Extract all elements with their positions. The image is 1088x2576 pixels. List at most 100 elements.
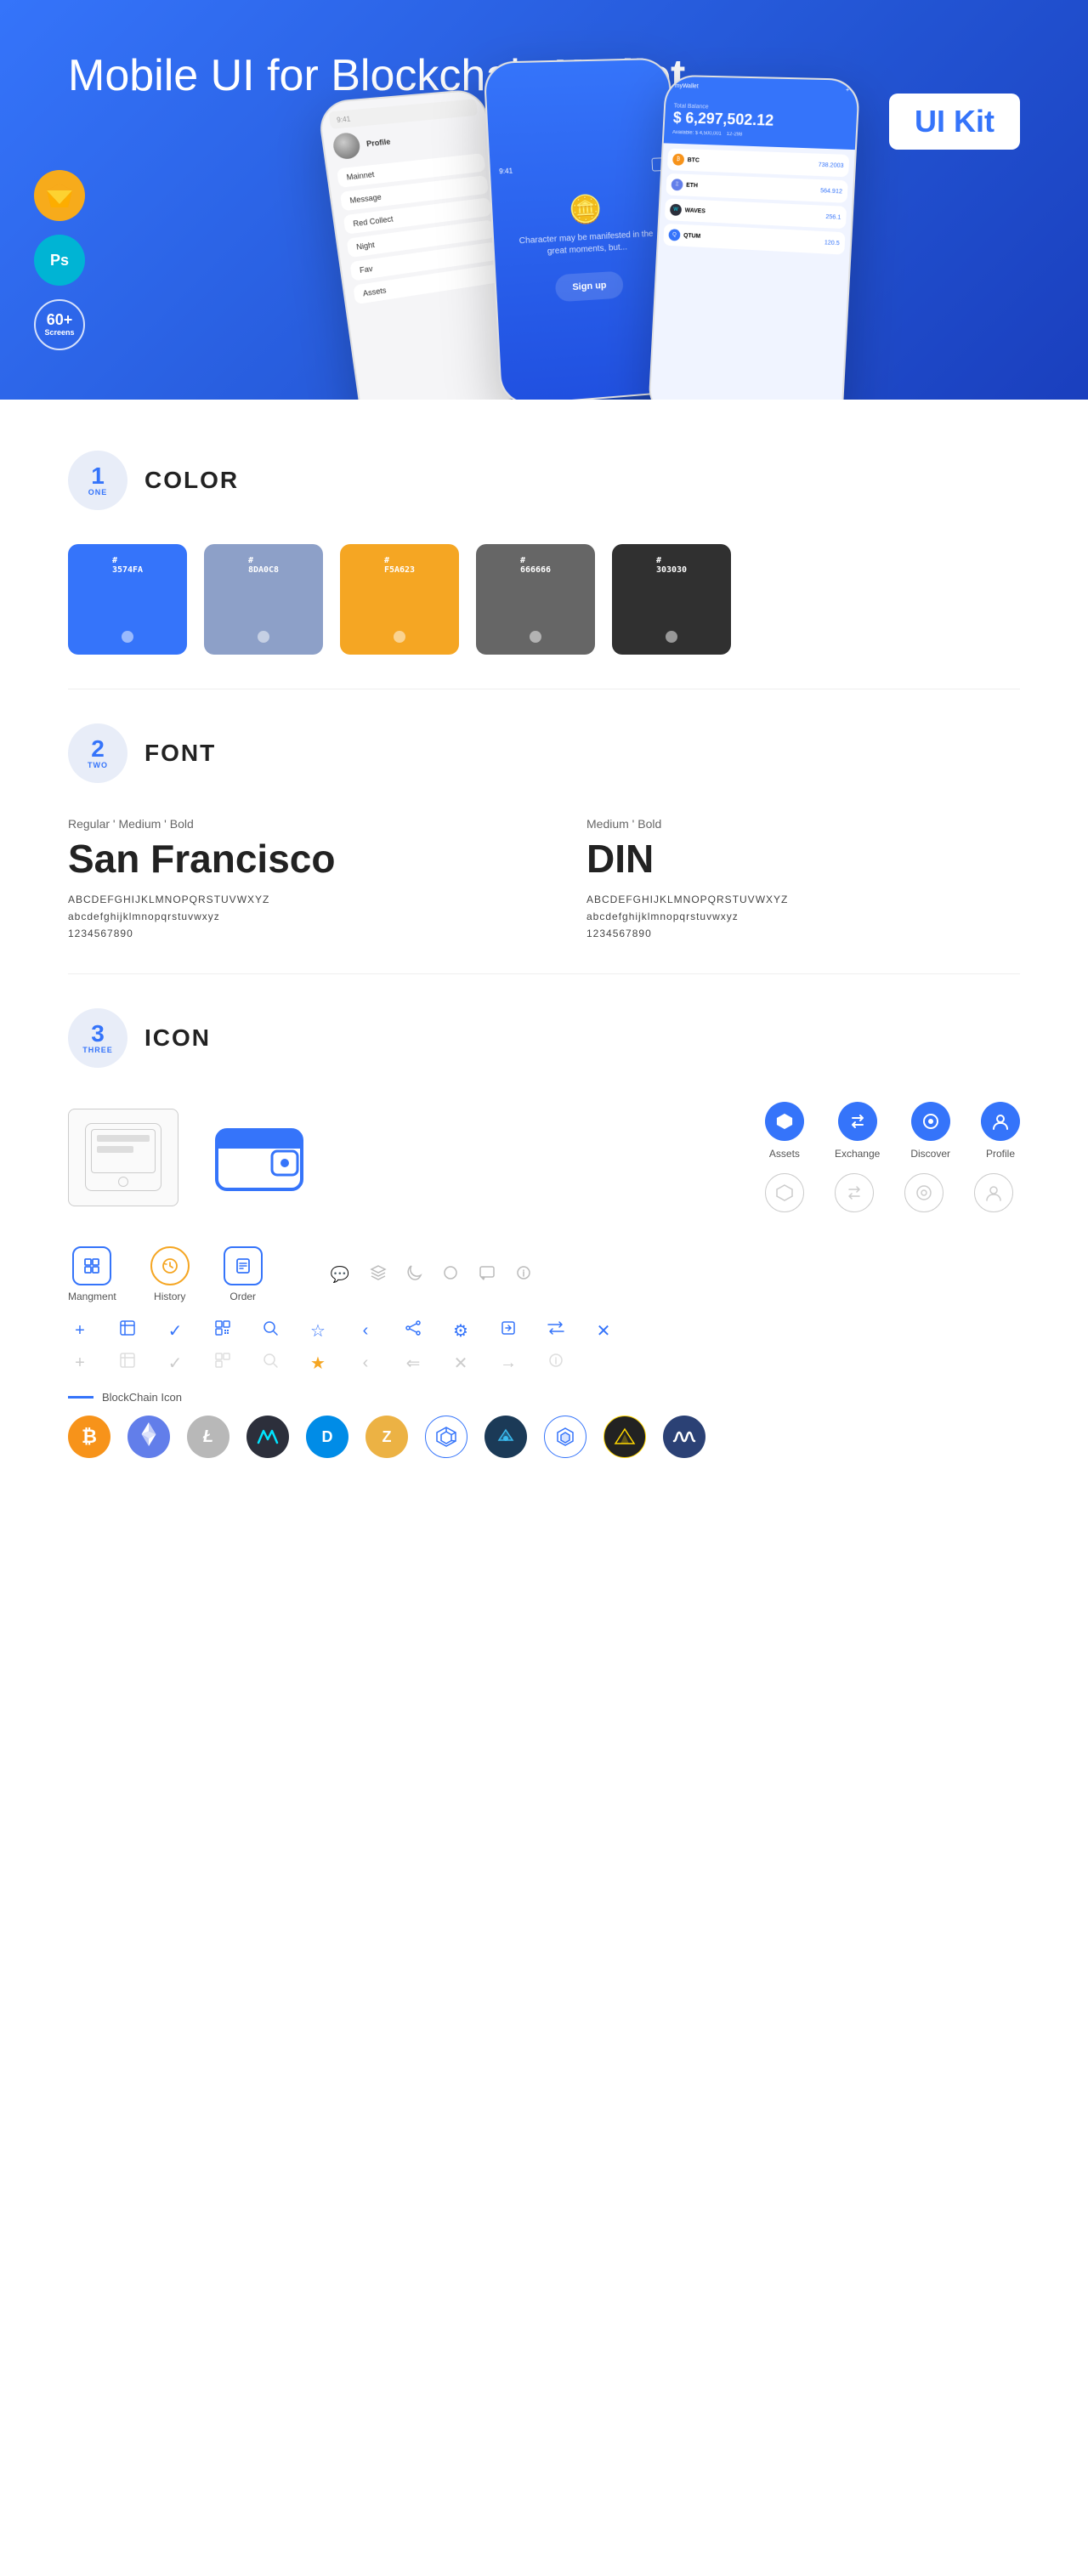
swatch-blue: #3574FA [68,544,187,655]
nav-icon-profile-outline [974,1173,1013,1212]
swatch-dot [394,631,405,643]
badges-column: Ps 60+ Screens [34,170,85,350]
swatch-grey: #666666 [476,544,595,655]
moon-icon [407,1264,422,1285]
profile-icon [981,1102,1020,1141]
check-icon: ✓ [163,1320,187,1342]
profile-label: Profile [986,1148,1015,1160]
nav-icon-discover: Discover [910,1102,950,1160]
swatch-orange: #F5A623 [340,544,459,655]
nav-icon-assets: Assets [765,1102,804,1160]
history-icon [150,1246,190,1285]
assets-outline-icon [765,1173,804,1212]
close-icon: ✕ [592,1320,615,1342]
din-lowercase: abcdefghijklmnopqrstuvwxyz [586,911,1020,922]
icon-wireframe-1 [68,1109,178,1206]
mgmt-icon-order: Order [224,1246,263,1302]
nav-icon-exchange-outline [835,1173,874,1212]
sf-numbers: 1234567890 [68,928,502,939]
icon-main-row: Assets Exchange [68,1102,1020,1212]
sketch-badge [34,170,85,221]
mgmt-icon-history: History [150,1246,190,1302]
swatch-dark: #303030 [612,544,731,655]
close2-grey-icon: ✕ [449,1353,473,1374]
hero-section: Mobile UI for Blockchain Wallet UI Kit P… [0,0,1088,400]
din-styles: Medium ' Bold [586,817,1020,831]
font-section-header: 2 TWO FONT [68,723,1020,783]
share-icon [401,1319,425,1342]
color-section-number: 1 ONE [68,451,128,510]
btc-icon: ₿ [68,1416,110,1458]
chevron-left-icon: ‹ [354,1321,377,1341]
font-section-title: FONT [144,740,216,767]
chat-icon: 💬 [331,1266,349,1284]
blockchain-label-row: BlockChain Icon [68,1391,1020,1404]
circle-icon [443,1265,458,1285]
discover-outline-icon [904,1173,944,1212]
nav-icons-container: Assets Exchange [765,1102,1020,1212]
sf-name: San Francisco [68,836,502,882]
color-swatches: #3574FA #8DA0C8 #F5A623 #666666 #303030 [68,544,1020,655]
nav-icon-assets-outline [765,1173,804,1212]
blockchain-label: BlockChain Icon [102,1391,182,1404]
sf-styles: Regular ' Medium ' Bold [68,817,502,831]
zec-icon: Z [366,1416,408,1458]
swatch-grey-blue: #8DA0C8 [204,544,323,655]
phone-mockups: 9:41 Profile Mainnet Message Red Collect… [340,34,1020,400]
ps-badge: Ps [34,235,85,286]
font-blocks: Regular ' Medium ' Bold San Francisco AB… [68,817,1020,939]
order-label: Order [230,1291,256,1302]
sf-uppercase: ABCDEFGHIJKLMNOPQRSTUVWXYZ [68,894,502,905]
grid-coin-icon [425,1416,468,1458]
nav-icon-exchange: Exchange [835,1102,880,1160]
ltc-icon: Ł [187,1416,230,1458]
profile-outline-icon [974,1173,1013,1212]
nav-icon-discover-outline [904,1173,944,1212]
speech-icon [479,1265,496,1285]
tools-row-grey: + ✓ ★ ‹ [68,1352,1020,1374]
color-section-header: 1 ONE COLOR [68,451,1020,510]
omg-icon [544,1416,586,1458]
eth-icon [128,1416,170,1458]
chevron-left-grey-icon: ‹ [354,1353,377,1373]
search-icon [258,1319,282,1342]
plus-grey-icon: + [68,1353,92,1373]
swap-icon [544,1320,568,1341]
info-grey-icon [544,1353,568,1373]
swatch-dot [258,631,269,643]
bat-icon [604,1416,646,1458]
tools-row-colored: + ✓ [68,1319,1020,1342]
dash-icon: D [306,1416,348,1458]
star-active-icon: ★ [306,1353,330,1374]
info-icon [516,1265,531,1285]
qr-icon [211,1319,235,1342]
discover-label: Discover [910,1148,950,1160]
swatch-dot [122,631,133,643]
assets-icon [765,1102,804,1141]
icon-section-header: 3 THREE ICON [68,1008,1020,1068]
search-grey-icon [258,1352,282,1374]
crypto-icons: ₿ Ł [68,1416,1020,1458]
icon-wallet-colored [204,1109,314,1206]
edit-grey-icon [116,1352,139,1374]
ark-icon [484,1416,527,1458]
screens-badge: 60+ Screens [34,299,85,350]
font-sf: Regular ' Medium ' Bold San Francisco AB… [68,817,502,939]
discover-icon [911,1102,950,1141]
arrow-grey-icon: ⇐ [401,1353,425,1374]
export-icon [496,1319,520,1342]
ui-kit-badge: UI Kit [889,94,1020,150]
history-label: History [154,1291,185,1302]
icon-section-content: Assets Exchange [68,1102,1020,1458]
exchange-icon [838,1102,877,1141]
phone-right: myWallet + Total Balance $ 6,297,502.12 … [648,75,860,400]
blockchain-section: BlockChain Icon ₿ [68,1391,1020,1458]
check-grey-icon: ✓ [163,1353,187,1374]
management-label: Mangment [68,1291,116,1302]
swatch-dot [666,631,677,643]
icon-section-number: 3 THREE [68,1008,128,1068]
nav-icons-row-1: Assets Exchange [765,1102,1020,1160]
color-section-title: COLOR [144,467,239,494]
din-uppercase: ABCDEFGHIJKLMNOPQRSTUVWXYZ [586,894,1020,905]
icon-section-title: ICON [144,1024,211,1052]
